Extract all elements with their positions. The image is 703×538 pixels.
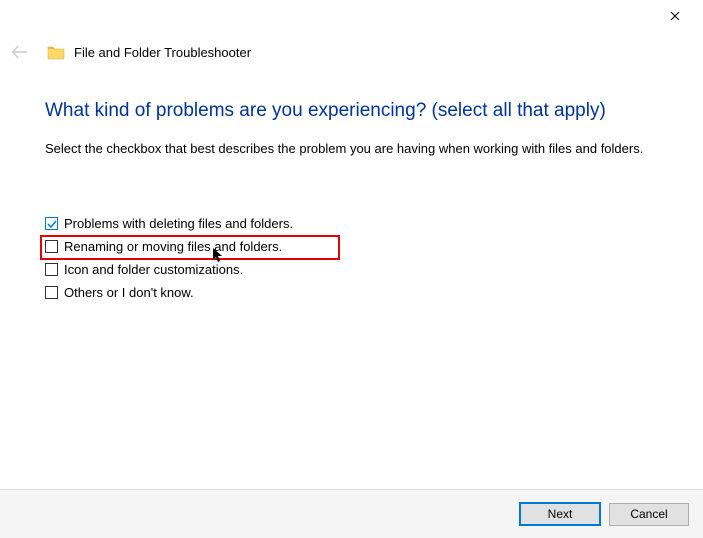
page-heading: What kind of problems are you experienci…: [45, 100, 658, 122]
option-item[interactable]: Icon and folder customizations.: [45, 262, 658, 277]
main-content: What kind of problems are you experienci…: [45, 100, 658, 300]
checkbox[interactable]: [45, 263, 58, 276]
option-label[interactable]: Others or I don't know.: [64, 285, 194, 300]
options-list: Problems with deleting files and folders…: [45, 216, 658, 300]
option-label[interactable]: Renaming or moving files and folders.: [64, 239, 282, 254]
option-item[interactable]: Others or I don't know.: [45, 285, 658, 300]
checkbox[interactable]: [45, 286, 58, 299]
checkbox[interactable]: [45, 217, 58, 230]
footer-bar: Next Cancel: [0, 489, 703, 538]
option-label[interactable]: Problems with deleting files and folders…: [64, 216, 293, 231]
back-arrow-icon: [10, 42, 30, 62]
option-label[interactable]: Icon and folder customizations.: [64, 262, 243, 277]
window-header: File and Folder Troubleshooter: [10, 42, 251, 62]
folder-icon: [46, 42, 66, 62]
option-item[interactable]: Renaming or moving files and folders.: [45, 239, 658, 254]
close-button[interactable]: [667, 8, 683, 24]
option-item[interactable]: Problems with deleting files and folders…: [45, 216, 658, 231]
cancel-button[interactable]: Cancel: [609, 503, 689, 526]
window-title: File and Folder Troubleshooter: [74, 45, 251, 60]
page-description: Select the checkbox that best describes …: [45, 140, 658, 158]
checkbox[interactable]: [45, 240, 58, 253]
next-button[interactable]: Next: [519, 502, 601, 526]
